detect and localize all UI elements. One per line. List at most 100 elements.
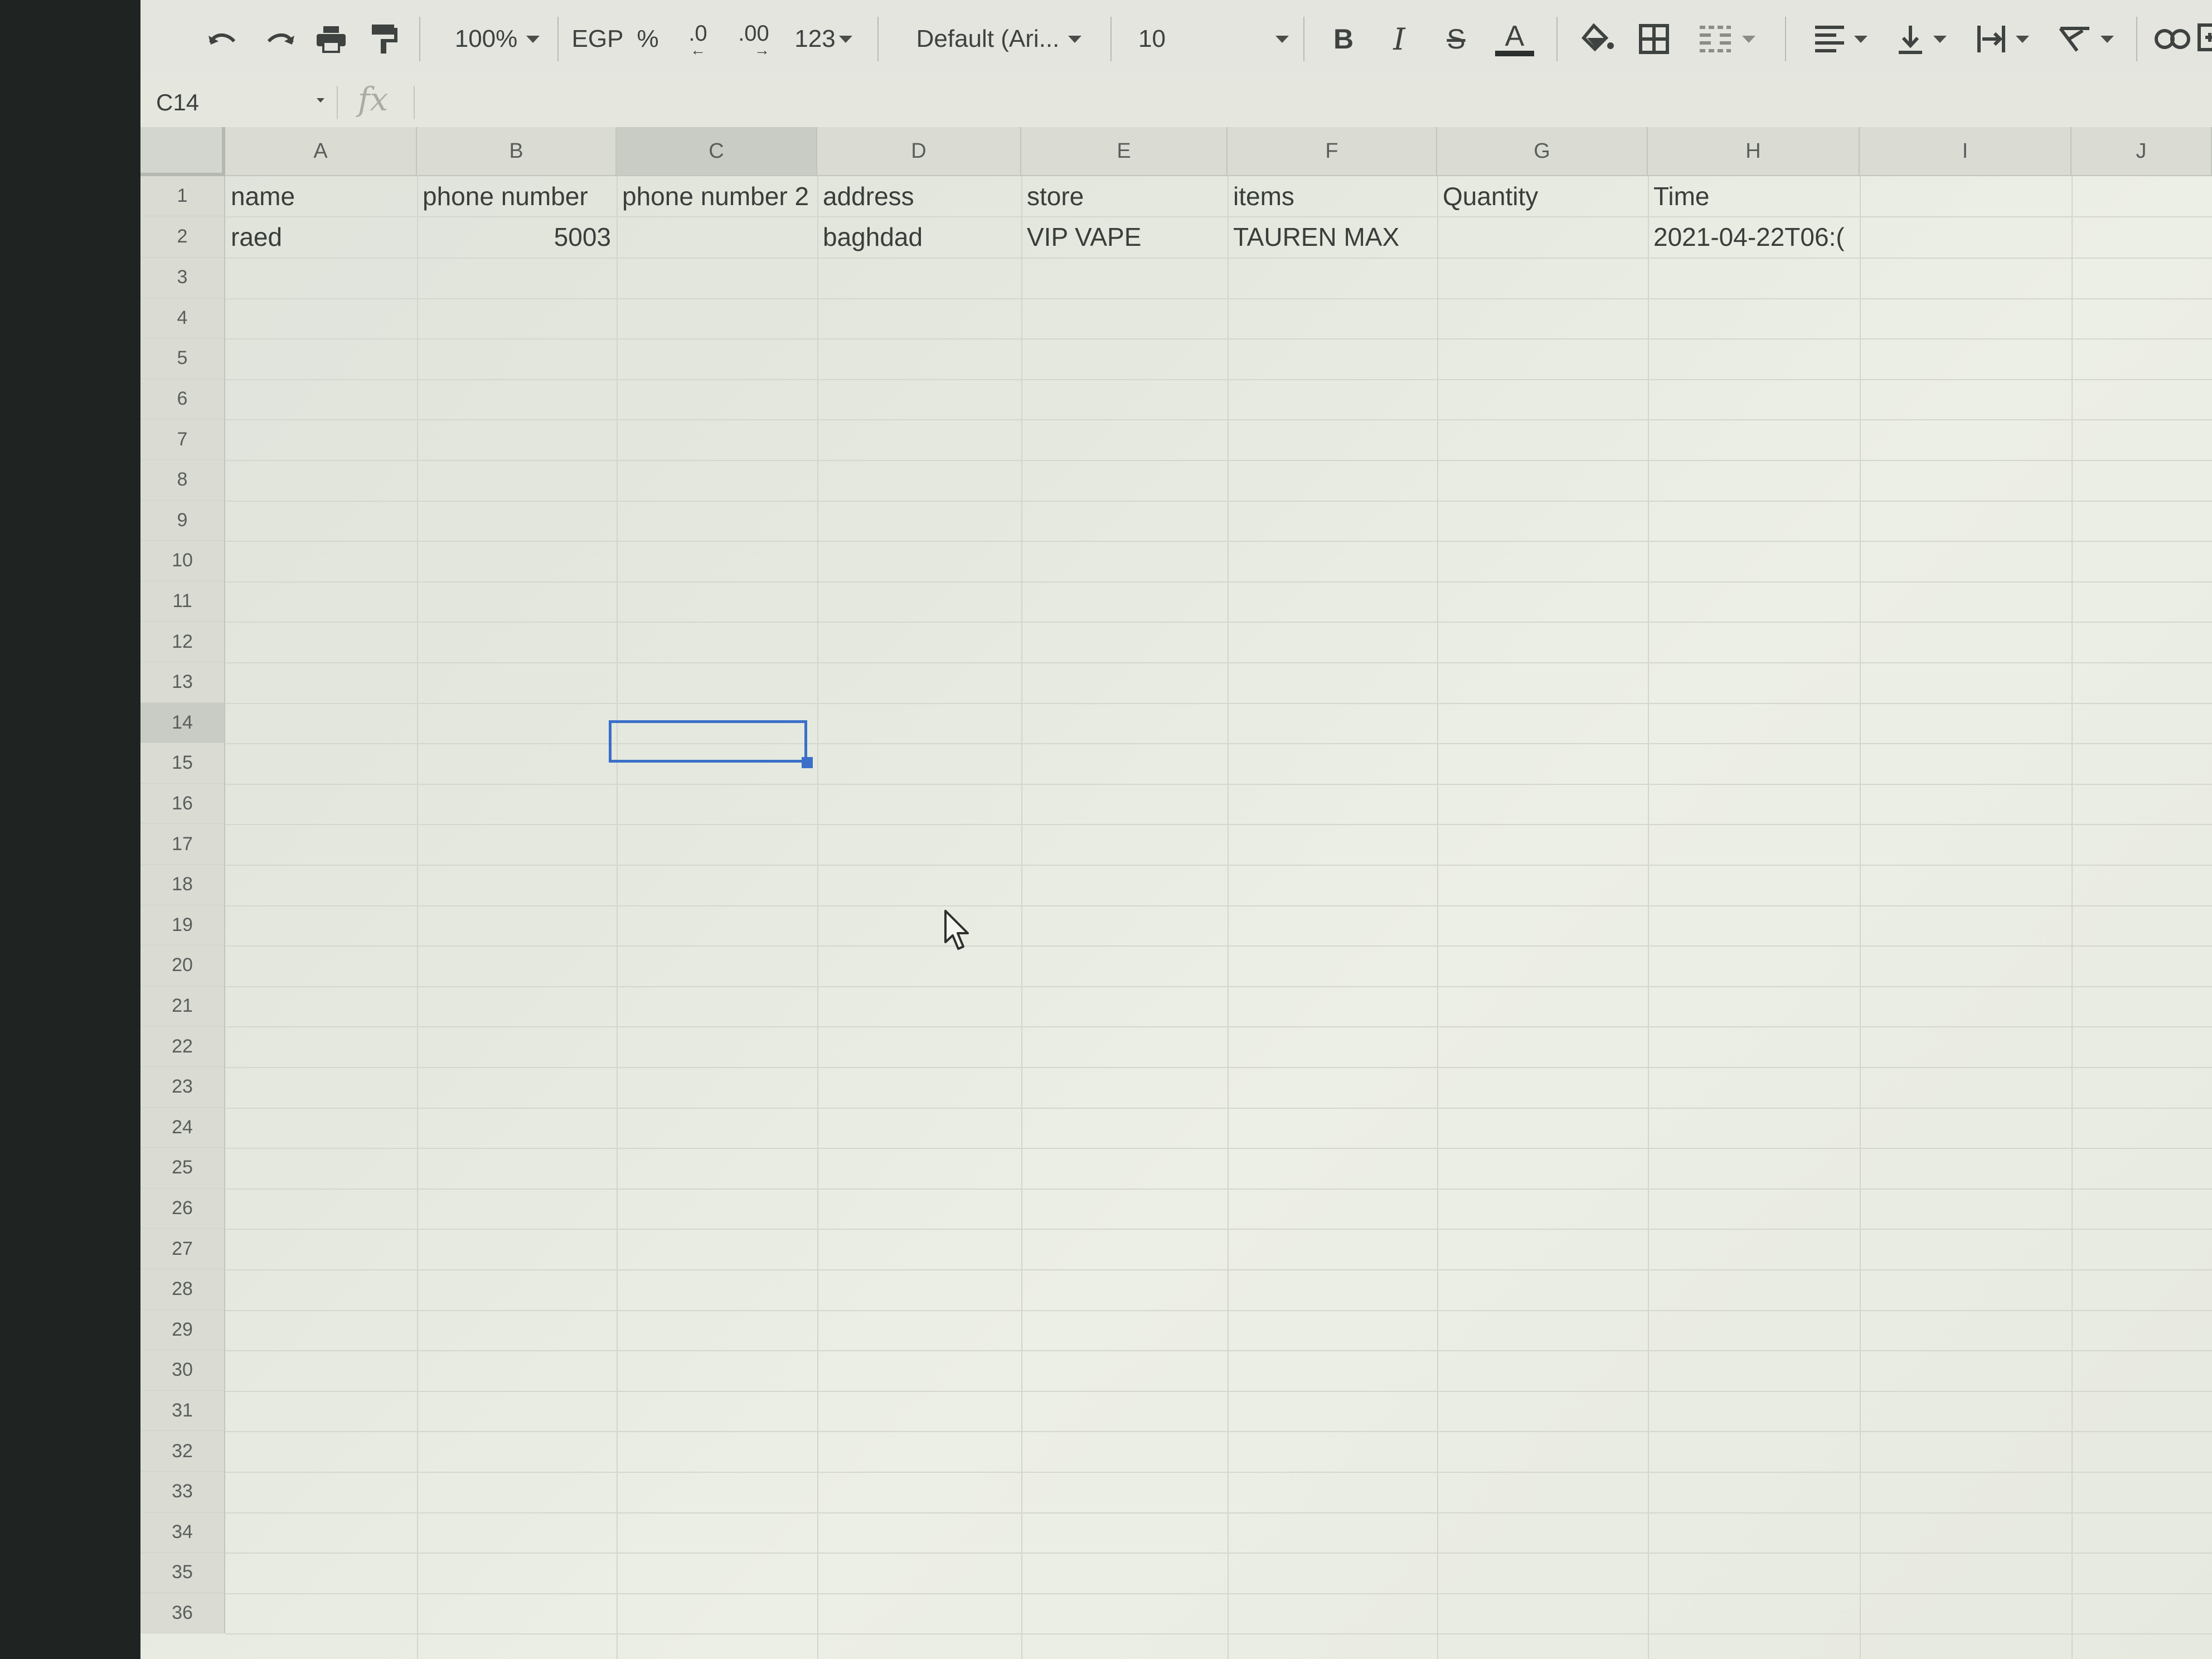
row-header-15[interactable]: 15: [140, 743, 225, 784]
print-button[interactable]: [309, 11, 353, 67]
more-formats-select[interactable]: 123: [787, 11, 860, 67]
decrease-decimal-button[interactable]: .0 ←: [676, 11, 720, 67]
font-size-select[interactable]: 10: [1138, 11, 1289, 67]
row-header-17[interactable]: 17: [140, 824, 225, 865]
row-header-1[interactable]: 1: [140, 176, 225, 216]
text-rotation-button[interactable]: [2047, 11, 2125, 67]
column-header-c[interactable]: C: [617, 127, 817, 176]
row-header-4[interactable]: 4: [140, 298, 225, 339]
row-header-29[interactable]: 29: [140, 1309, 225, 1351]
text-wrapping-button[interactable]: [1963, 11, 2041, 67]
horizontal-align-button[interactable]: [1802, 11, 1880, 67]
cell-E2[interactable]: VIP VAPE: [1021, 216, 1228, 258]
row-header-6[interactable]: 6: [140, 379, 225, 420]
column-header-g[interactable]: G: [1437, 127, 1648, 176]
row-header-18[interactable]: 18: [140, 865, 225, 905]
text-color-button[interactable]: A: [1490, 11, 1540, 67]
formula-bar: C14 fx: [140, 78, 2212, 128]
row-header-13[interactable]: 13: [140, 662, 225, 703]
cell-G1[interactable]: Quantity: [1437, 176, 1648, 216]
insert-link-button[interactable]: [2147, 11, 2198, 67]
row-header-33[interactable]: 33: [140, 1472, 225, 1512]
row-header-36[interactable]: 36: [140, 1593, 225, 1634]
row-header-23[interactable]: 23: [140, 1067, 225, 1108]
column-header-f[interactable]: F: [1228, 127, 1437, 176]
row-header-24[interactable]: 24: [140, 1107, 225, 1148]
select-all-corner[interactable]: [140, 127, 225, 176]
strikethrough-button[interactable]: S: [1434, 11, 1478, 67]
row-header-7[interactable]: 7: [140, 419, 225, 460]
row-header-3[interactable]: 3: [140, 258, 225, 298]
percent-format-button[interactable]: %: [631, 11, 664, 67]
redo-button[interactable]: [258, 11, 302, 67]
column-header-e[interactable]: E: [1021, 127, 1228, 176]
row-header-22[interactable]: 22: [140, 1026, 225, 1067]
row-header-30[interactable]: 30: [140, 1350, 225, 1391]
row-gridline: [225, 581, 2212, 583]
fill-color-button[interactable]: [1573, 11, 1623, 67]
column-header-j[interactable]: J: [2072, 127, 2212, 176]
cell-F1[interactable]: items: [1228, 176, 1437, 216]
cell-B2[interactable]: 5003: [417, 216, 617, 258]
column-header-b[interactable]: B: [417, 127, 617, 176]
name-box[interactable]: C14: [156, 85, 323, 120]
row-header-28[interactable]: 28: [140, 1269, 225, 1310]
formula-input[interactable]: [425, 84, 2198, 122]
font-family-select[interactable]: Default (Ari...: [904, 11, 1094, 67]
zoom-select[interactable]: 100%: [442, 11, 553, 67]
row-header-16[interactable]: 16: [140, 783, 225, 824]
cell-C1[interactable]: phone number 2: [617, 176, 817, 216]
italic-button[interactable]: I: [1377, 11, 1422, 67]
undo-button[interactable]: [201, 11, 245, 67]
row-header-10[interactable]: 10: [140, 541, 225, 581]
merge-cells-button[interactable]: [1685, 11, 1768, 67]
row-gridline: [225, 945, 2212, 947]
row-header-32[interactable]: 32: [140, 1431, 225, 1472]
selected-cell-outline[interactable]: [609, 720, 807, 763]
vertical-align-button[interactable]: [1885, 11, 1958, 67]
cell-A2[interactable]: raed: [225, 216, 417, 258]
increase-decimal-button[interactable]: .00 →: [726, 11, 782, 67]
row-header-14[interactable]: 14: [140, 702, 225, 744]
cell-C2[interactable]: [617, 216, 817, 258]
fill-handle[interactable]: [802, 757, 813, 768]
row-header-12[interactable]: 12: [140, 622, 225, 662]
row-header-19[interactable]: 19: [140, 905, 225, 946]
row-header-5[interactable]: 5: [140, 338, 225, 379]
row-header-21[interactable]: 21: [140, 986, 225, 1027]
cell-D2[interactable]: baghdad: [817, 216, 1021, 258]
bold-button[interactable]: B: [1321, 11, 1366, 67]
row-header-25[interactable]: 25: [140, 1148, 225, 1189]
cell-B1[interactable]: phone number: [417, 176, 617, 216]
row-header-34[interactable]: 34: [140, 1512, 225, 1553]
paint-format-button[interactable]: [362, 11, 407, 67]
cell-D1[interactable]: address: [817, 176, 1021, 216]
cell-E1[interactable]: store: [1021, 176, 1228, 216]
column-header-i[interactable]: I: [1860, 127, 2072, 176]
row-header-8[interactable]: 8: [140, 460, 225, 501]
row-header-26[interactable]: 26: [140, 1188, 225, 1229]
row-header-35[interactable]: 35: [140, 1553, 225, 1593]
column-header-a[interactable]: A: [225, 127, 417, 176]
column-header-d[interactable]: D: [817, 127, 1021, 176]
merge-cells-icon: [1700, 26, 1731, 52]
cell-F2[interactable]: TAUREN MAX: [1228, 216, 1437, 258]
currency-format-button[interactable]: EGP: [570, 11, 625, 67]
row-header-11[interactable]: 11: [140, 581, 225, 622]
borders-button[interactable]: [1629, 11, 1679, 67]
cell-H2[interactable]: 2021-04-22T06:(: [1648, 216, 1860, 258]
row-header-31[interactable]: 31: [140, 1390, 225, 1432]
column-gridline: [1648, 176, 1649, 1659]
row-header-27[interactable]: 27: [140, 1229, 225, 1269]
row-gridline: [225, 662, 2212, 663]
cell-A1[interactable]: name: [225, 176, 417, 216]
cell-H1[interactable]: Time: [1648, 176, 1860, 216]
cell-G2[interactable]: [1437, 216, 1648, 258]
row-header-9[interactable]: 9: [140, 500, 225, 541]
row-header-20[interactable]: 20: [140, 945, 225, 986]
column-header-h[interactable]: H: [1648, 127, 1860, 176]
insert-comment-button[interactable]: [2198, 11, 2212, 67]
row-header-2[interactable]: 2: [140, 216, 225, 258]
font-size-value: 10: [1138, 25, 1166, 52]
row-gridline: [225, 1593, 2212, 1594]
